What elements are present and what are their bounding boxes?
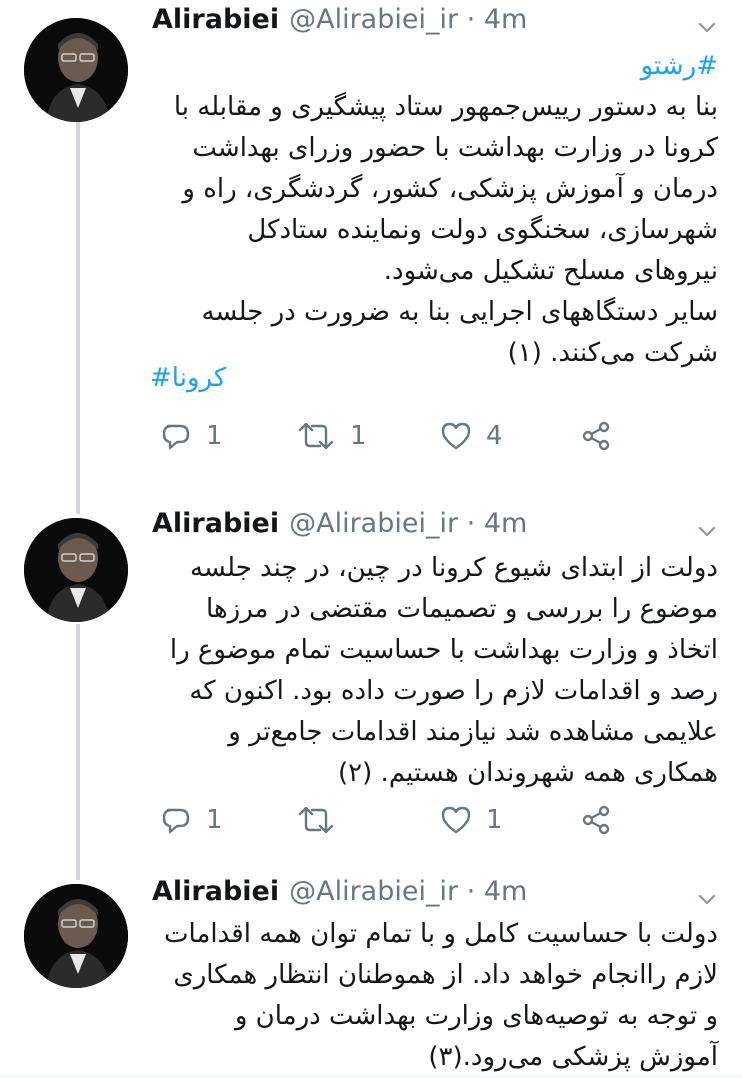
author-handle-time[interactable]: @Alirabiei_ir · 4m <box>289 508 527 539</box>
share-button[interactable] <box>580 800 612 840</box>
avatar[interactable] <box>24 518 128 622</box>
tweet-actions: 1 1 4 <box>150 416 630 456</box>
retweet-count: 1 <box>350 421 367 451</box>
bottom-edge <box>0 1072 742 1078</box>
tweet-header: Alirabiei @Alirabiei_ir · 4m <box>152 4 527 44</box>
author-handle-time[interactable]: @Alirabiei_ir · 4m <box>289 876 527 907</box>
avatar[interactable] <box>24 884 128 988</box>
hashtag-link[interactable]: #کرونا <box>150 363 226 393</box>
tweet[interactable]: Alirabiei @Alirabiei_ir · 4m #رشتو بنا ب… <box>0 0 742 500</box>
text-line: درمان و آموزش پزشکی، کشور، گردشگری، راه … <box>182 174 718 204</box>
text-line: بنا به دستور رییس‌جمهور ستاد پیشگیری و م… <box>173 92 718 122</box>
text-line: اتخاذ و وزارت بهداشت با حساسیت تمام موضو… <box>169 635 718 665</box>
text-line: شهرسازی، سخنگوی دولت ونماینده ستادکل <box>247 215 718 245</box>
like-icon <box>441 422 471 450</box>
author-name[interactable]: Alirabiei <box>152 508 279 539</box>
chevron-down-icon[interactable] <box>696 16 718 38</box>
like-icon <box>441 806 471 834</box>
tweet[interactable]: Alirabiei @Alirabiei_ir · 4m دولت با حسا… <box>0 872 742 1078</box>
retweet-icon <box>298 806 334 834</box>
reply-button[interactable]: 1 <box>160 416 223 456</box>
text-line: سایر دستگاههای اجرایی بنا به ضرورت در جل… <box>201 297 718 327</box>
text-line: کرونا در وزارت بهداشت با حضور وزرای بهدا… <box>192 133 718 163</box>
text-line: لازم راانجام خواهد داد. از هموطنان انتظا… <box>173 960 718 990</box>
author-name[interactable]: Alirabiei <box>152 876 279 907</box>
hashtag-link[interactable]: #رشتو <box>150 46 718 87</box>
reply-button[interactable]: 1 <box>160 800 223 840</box>
text-line: و توجه به توصیه‌های وزارت بهداشت درمان و <box>234 1001 718 1031</box>
text-line: رصد و اقدامات لازم را صورت داده بود. اکن… <box>189 676 718 706</box>
chevron-down-icon[interactable] <box>696 520 718 542</box>
text-line: دولت با حساسیت کامل و با تمام توان همه ا… <box>164 919 718 949</box>
hashtag-row: #کرونا <box>150 358 718 399</box>
text-line: دولت از ابتدای شیوع کرونا در چین، در چند… <box>189 553 718 583</box>
text-line: همکاری همه شهروندان هستیم. (۲) <box>338 758 718 788</box>
tweet-header: Alirabiei @Alirabiei_ir · 4m <box>152 508 527 548</box>
text-line: موضوع را بررسی و تصمیمات مقتضی در مرزها <box>206 594 718 624</box>
tweet-text: دولت از ابتدای شیوع کرونا در چین، در چند… <box>150 548 718 794</box>
reply-icon <box>162 424 190 450</box>
like-button[interactable]: 4 <box>440 416 503 456</box>
tweet-header: Alirabiei @Alirabiei_ir · 4m <box>152 876 527 916</box>
chevron-down-icon[interactable] <box>696 888 718 910</box>
tweet-text: دولت با حساسیت کامل و با تمام توان همه ا… <box>150 914 718 1078</box>
share-button[interactable] <box>580 416 612 456</box>
like-button[interactable]: 1 <box>440 800 503 840</box>
retweet-button[interactable] <box>296 800 350 840</box>
tweet[interactable]: Alirabiei @Alirabiei_ir · 4m دولت از ابت… <box>0 504 742 864</box>
like-count: 4 <box>486 421 503 451</box>
tweet-actions: 1 1 <box>150 800 630 840</box>
retweet-icon <box>298 422 334 450</box>
reply-count: 1 <box>206 421 223 451</box>
like-count: 1 <box>486 805 503 835</box>
author-handle-time[interactable]: @Alirabiei_ir · 4m <box>289 4 527 35</box>
share-icon <box>582 805 610 835</box>
author-name[interactable]: Alirabiei <box>152 4 279 35</box>
retweet-button[interactable]: 1 <box>296 416 367 456</box>
text-line: نیروهای مسلح تشکیل می‌شود. <box>383 256 718 286</box>
share-icon <box>582 421 610 451</box>
tweet-text: #رشتو بنا به دستور رییس‌جمهور ستاد پیشگی… <box>150 46 718 374</box>
avatar[interactable] <box>24 18 128 122</box>
reply-icon <box>162 808 190 834</box>
reply-count: 1 <box>206 805 223 835</box>
text-line: علایمی مشاهده شد نیازمند اقدامات جامع‌تر… <box>228 717 718 747</box>
